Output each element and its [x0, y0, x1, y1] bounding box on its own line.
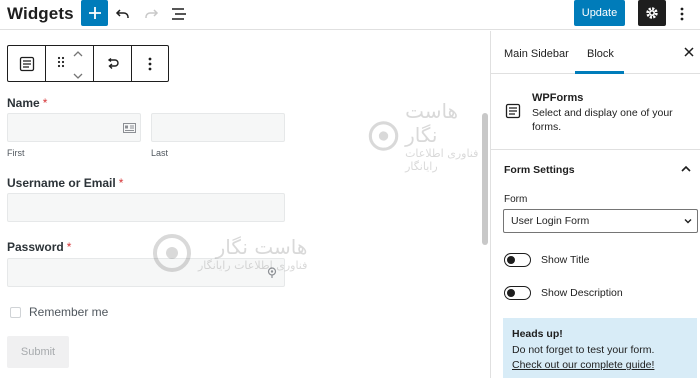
username-label: Username or Email * [7, 176, 123, 190]
transform-button[interactable] [94, 46, 132, 81]
page-title: Widgets [7, 4, 74, 23]
block-description: Select and display one of your forms. [532, 107, 673, 133]
editor-canvas: Name * First Last Username or Email * Pass… [0, 31, 490, 378]
vertical-ellipsis-icon [680, 7, 684, 21]
show-title-label: Show Title [541, 254, 590, 266]
toggle-knob [507, 255, 515, 264]
block-toolbar [7, 45, 169, 82]
username-input[interactable] [7, 193, 285, 222]
drag-handle[interactable] [57, 55, 65, 73]
watermark-logo: هاست نگار فناوری اطلاعات رایانگار [368, 99, 490, 173]
list-view-icon [172, 8, 186, 20]
form-icon [505, 103, 521, 119]
watermark-main: هاست نگار [405, 99, 459, 147]
required-mark: * [42, 96, 48, 110]
update-button[interactable]: Update [574, 0, 625, 26]
add-block-button[interactable] [81, 0, 108, 26]
close-icon [684, 47, 694, 57]
block-name: WPForms [532, 92, 584, 104]
form-settings-title[interactable]: Form Settings [504, 164, 575, 176]
last-name-input[interactable] [151, 113, 285, 142]
first-name-input[interactable] [7, 113, 141, 142]
chevron-down-icon [73, 73, 82, 79]
move-down-button[interactable] [73, 66, 83, 84]
collapse-panel-button[interactable] [679, 162, 693, 176]
remember-me-checkbox[interactable] [10, 307, 21, 318]
block-type-button[interactable] [8, 46, 46, 81]
form-select[interactable]: User Login Form [503, 209, 698, 233]
show-description-toggle[interactable] [504, 286, 531, 300]
tab-main-sidebar[interactable]: Main Sidebar [504, 48, 569, 60]
chevron-up-icon [681, 165, 691, 172]
list-view-button[interactable] [168, 3, 190, 25]
watermark-text: هاست نگار فناوری اطلاعات رایانگار [405, 99, 490, 173]
watermark-sub: فناوری اطلاعات رایانگار [405, 147, 479, 173]
password-label-text: Password [7, 240, 64, 254]
close-sidebar-button[interactable] [681, 44, 697, 60]
watermark-logo: هاست نگار فناوری اطلاعات رایانگار [152, 233, 307, 273]
undo-icon [115, 9, 129, 18]
form-select-label: Form [504, 194, 528, 205]
remember-me-label: Remember me [29, 305, 109, 319]
contact-card-icon [123, 123, 136, 133]
move-up-button[interactable] [73, 44, 83, 62]
required-mark: * [66, 240, 72, 254]
gear-icon [646, 7, 658, 19]
name-label: Name * [7, 96, 47, 110]
last-sublabel: Last [151, 148, 169, 158]
redo-icon [145, 9, 159, 18]
watermark-text: هاست نگار فناوری اطلاعات رایانگار [198, 235, 307, 272]
chevron-up-icon [73, 50, 82, 56]
form-icon [19, 56, 34, 71]
heads-up-notice: Heads up! Do not forget to test your for… [503, 318, 697, 378]
notice-title: Heads up! [512, 328, 563, 340]
sidebar-tabs: Main Sidebar Block [491, 31, 700, 74]
tab-block[interactable]: Block [587, 48, 614, 60]
form-select-value: User Login Form [511, 215, 590, 227]
name-label-text: Name [7, 96, 40, 110]
settings-sidebar: Main Sidebar Block WPForms Select and di… [490, 31, 700, 378]
block-options-button[interactable] [132, 46, 168, 81]
submit-button[interactable]: Submit [7, 336, 69, 368]
options-button[interactable] [672, 2, 692, 26]
show-title-toggle[interactable] [504, 253, 531, 267]
show-description-label: Show Description [541, 287, 623, 299]
required-mark: * [118, 176, 124, 190]
active-tab-indicator [575, 71, 624, 74]
block-card: WPForms Select and display one of your f… [491, 75, 700, 150]
undo-button[interactable] [112, 3, 134, 25]
watermark-sub: فناوری اطلاعات رایانگار [198, 258, 308, 272]
settings-button[interactable] [638, 0, 666, 26]
notice-body: Do not forget to test your form. [512, 344, 655, 356]
watermark-emblem-icon [153, 234, 191, 272]
transform-icon [107, 57, 119, 69]
chevron-down-icon [684, 219, 692, 224]
plus-icon [88, 7, 101, 19]
watermark-emblem-icon [368, 121, 399, 151]
drag-handle-icon [57, 56, 64, 67]
toggle-knob [507, 288, 515, 297]
username-label-text: Username or Email [7, 176, 116, 190]
watermark-main: هاست نگار [215, 234, 308, 259]
guide-link[interactable]: Check out our complete guide! [512, 359, 654, 371]
password-label: Password * [7, 240, 71, 254]
editor-header: Widgets Update [0, 0, 700, 30]
first-sublabel: First [7, 148, 25, 158]
vertical-ellipsis-icon [148, 57, 152, 70]
redo-button[interactable] [140, 3, 162, 25]
